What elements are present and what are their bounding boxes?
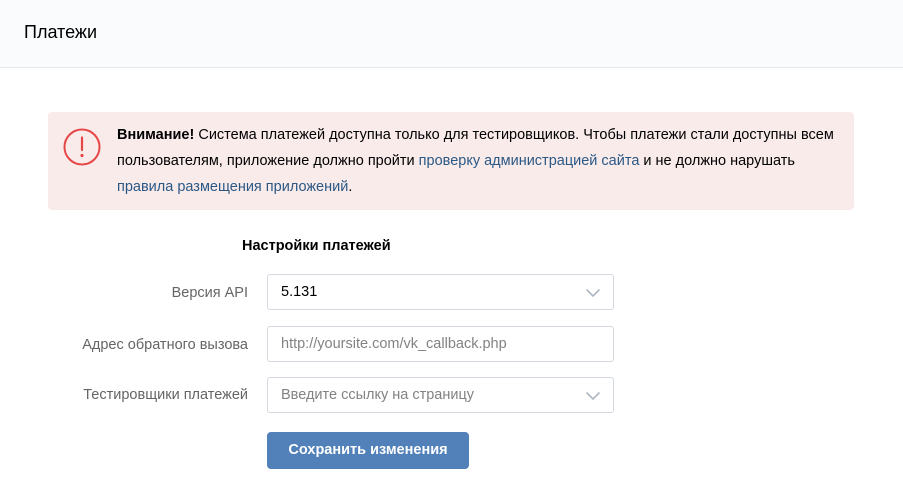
api-version-label: Версия API xyxy=(171,285,248,301)
app-rules-link[interactable]: правила размещения приложений xyxy=(117,179,348,195)
site-review-link[interactable]: проверку администрацией сайта xyxy=(419,153,640,169)
chevron-down-icon xyxy=(586,289,600,297)
testers-label: Тестировщики платежей xyxy=(83,387,248,403)
exclamation-circle-icon xyxy=(63,128,101,166)
warning-banner: Внимание! Система платежей доступна толь… xyxy=(48,112,854,210)
api-version-select[interactable]: 5.131 xyxy=(267,274,614,310)
save-changes-button[interactable]: Сохранить изменения xyxy=(267,432,469,469)
testers-input[interactable] xyxy=(268,378,613,412)
api-version-value: 5.131 xyxy=(281,284,318,300)
settings-title: Настройки платежей xyxy=(242,238,391,254)
chevron-down-icon[interactable] xyxy=(585,391,601,401)
callback-url-field xyxy=(267,326,614,362)
page-header: Платежи xyxy=(0,0,903,68)
warning-text: Внимание! Система платежей доступна толь… xyxy=(117,122,837,200)
callback-url-label: Адрес обратного вызова xyxy=(82,337,248,353)
warning-text-part-2: и не должно нарушать xyxy=(639,153,795,169)
warning-text-part-3: . xyxy=(348,179,353,195)
warning-bold-label: Внимание! xyxy=(117,127,195,143)
testers-select xyxy=(267,377,614,413)
callback-url-input[interactable] xyxy=(268,327,613,361)
page-title: Платежи xyxy=(24,22,98,42)
payments-page: Платежи Внимание! Система платежей досту… xyxy=(0,0,903,498)
